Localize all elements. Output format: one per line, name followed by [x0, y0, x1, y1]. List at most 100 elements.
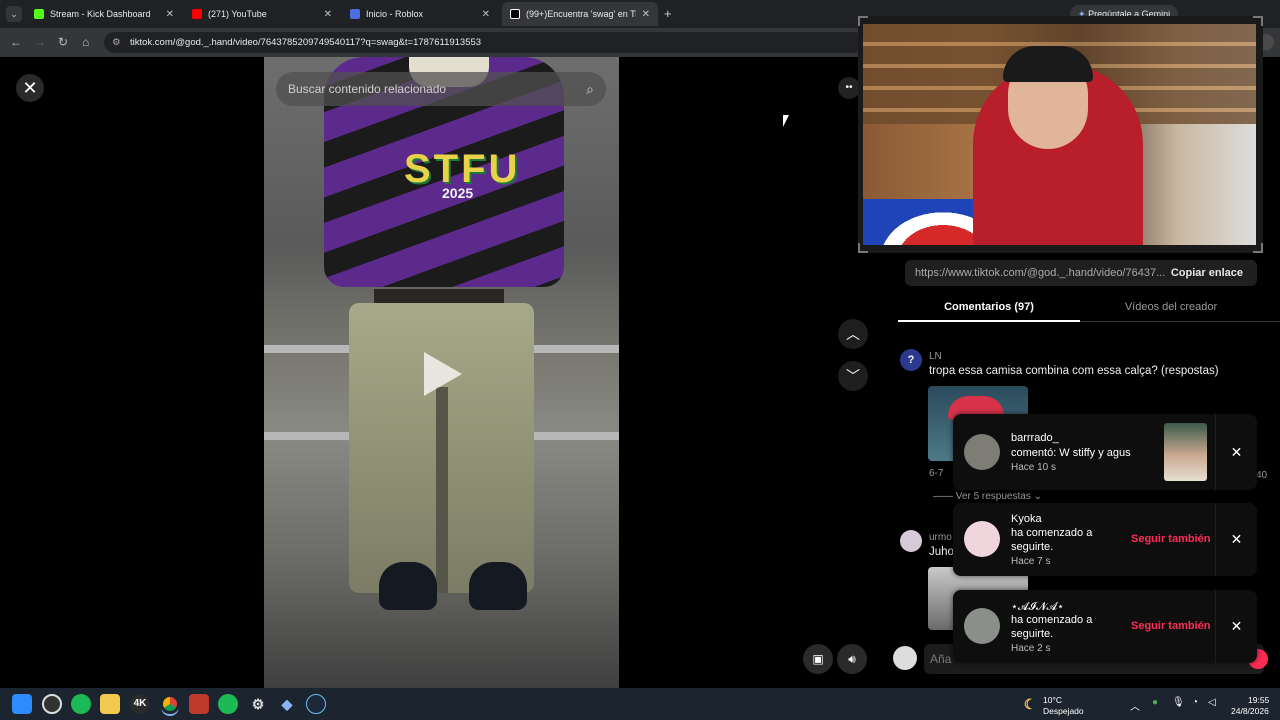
comment-meta: 6-7: [929, 468, 944, 479]
settings-gear-icon[interactable]: ⚙: [248, 694, 268, 714]
obs-icon[interactable]: [42, 694, 62, 714]
notification-time: Hace 2 s: [1011, 643, 1051, 654]
steam-icon[interactable]: [306, 694, 326, 714]
tab-youtube[interactable]: (271) YouTube ✕: [184, 2, 340, 26]
notification-text: seguirte.: [1011, 541, 1054, 553]
view-replies-link[interactable]: —— Ver 5 respuestas ⌄: [933, 491, 1042, 502]
notification-avatar: [964, 608, 1000, 644]
windows-start-icon[interactable]: [12, 694, 32, 714]
close-icon[interactable]: ✕: [166, 9, 174, 20]
copy-link-button[interactable]: Copiar enlace: [1171, 260, 1243, 286]
avatar[interactable]: ?: [900, 349, 922, 371]
tab-list-dropdown[interactable]: ⌄: [6, 6, 22, 22]
close-icon[interactable]: ✕: [324, 9, 332, 20]
notification-avatar: [964, 521, 1000, 557]
notification-thumbnail: [1164, 423, 1207, 481]
close-icon[interactable]: ✕: [482, 9, 490, 20]
related-search-input[interactable]: Buscar contenido relacionado ⌕: [276, 72, 606, 106]
tab-kick-dashboard[interactable]: Stream - Kick Dashboard ✕: [26, 2, 182, 26]
volume-icon[interactable]: 🔊︎: [837, 644, 867, 674]
close-icon[interactable]: ✕: [1215, 590, 1257, 663]
notification-name: Kyoka: [1011, 513, 1042, 525]
notification-time: Hace 7 s: [1011, 556, 1051, 567]
kick-icon: [34, 9, 44, 19]
reload-icon[interactable]: ↻: [58, 35, 68, 49]
webcam-cap: [1003, 46, 1093, 82]
weather-description: Despejado: [1043, 706, 1084, 716]
notification-name: barrrado_: [1011, 432, 1059, 444]
clock-date[interactable]: 24/8/2026: [1231, 706, 1269, 716]
webcam-overlay: [858, 16, 1263, 253]
search-icon[interactable]: ⌕: [586, 72, 594, 106]
chevron-down-icon: ⌄: [1033, 491, 1042, 502]
resize-handle[interactable]: [858, 243, 868, 253]
weather-moon-icon[interactable]: ☾: [1020, 694, 1040, 714]
play-icon[interactable]: [424, 352, 462, 396]
more-options-icon[interactable]: ••: [838, 77, 860, 99]
panel-tabs: Comentarios (97) Vídeos del creador: [898, 292, 1280, 322]
tab-tiktok[interactable]: (99+)Encuentra 'swag' en TikTok ✕: [502, 2, 658, 26]
previous-video-button[interactable]: ︿: [838, 319, 868, 349]
resize-handle[interactable]: [858, 16, 868, 26]
resize-handle[interactable]: [1253, 16, 1263, 26]
tab-roblox[interactable]: Inicio - Roblox ✕: [342, 2, 498, 26]
chrome-icon[interactable]: [160, 694, 180, 714]
network-icon[interactable]: ◔: [1192, 697, 1198, 708]
weather-temperature: 10°C: [1043, 695, 1062, 705]
file-explorer-icon[interactable]: [100, 694, 120, 714]
tab-label: (99+)Encuentra 'swag' en TikTok: [526, 9, 636, 19]
search-placeholder: Buscar contenido relacionado: [288, 82, 447, 96]
share-url: https://www.tiktok.com/@god._.hand/video…: [915, 267, 1166, 279]
next-video-button[interactable]: ﹀: [838, 361, 868, 391]
video-pants-gap: [436, 387, 448, 593]
close-video-button[interactable]: ✕: [16, 74, 44, 102]
new-tab-button[interactable]: +: [664, 6, 672, 21]
forward-icon[interactable]: →: [34, 35, 46, 49]
site-info-icon[interactable]: ⚙: [112, 32, 121, 53]
notification-follow[interactable]: ⋆𝓐𝓘𝓝𝓐⋆ ha comenzado a seguirte. Hace 2 s…: [953, 590, 1257, 663]
media-app-icon[interactable]: [189, 694, 209, 714]
video-downloader-icon[interactable]: 4K: [130, 694, 150, 714]
speaker-icon[interactable]: ◁: [1208, 697, 1216, 708]
mouse-cursor: [783, 115, 789, 127]
clock-time[interactable]: 19:55: [1248, 695, 1269, 705]
webcam-feed: [863, 24, 1256, 245]
video-player[interactable]: STFU 2025: [264, 57, 619, 688]
comment-username[interactable]: LN: [929, 351, 942, 362]
comment-like-count: 40: [1256, 470, 1268, 481]
youtube-icon: [192, 9, 202, 19]
spotify-icon[interactable]: [71, 694, 91, 714]
comment-placeholder: Aña: [930, 652, 952, 666]
url-text: tiktok.com/@god._.hand/video/76437852097…: [130, 37, 482, 48]
notification-follow[interactable]: Kyoka ha comenzado a seguirte. Hace 7 s …: [953, 503, 1257, 576]
chevron-up-icon[interactable]: ︿: [1130, 698, 1140, 713]
security-icon[interactable]: ●: [1152, 697, 1158, 708]
tab-comments[interactable]: Comentarios (97): [898, 292, 1080, 322]
notification-comment[interactable]: barrrado_ comentó: W stiffy y agus Hace …: [953, 414, 1257, 490]
follow-back-button[interactable]: Seguir también: [1131, 533, 1210, 545]
app-icon[interactable]: ◆: [277, 694, 297, 714]
comment-username[interactable]: urmo: [929, 532, 952, 543]
view-replies-label: Ver 5 respuestas: [955, 491, 1031, 502]
follow-back-button[interactable]: Seguir también: [1131, 620, 1210, 632]
avatar[interactable]: [900, 530, 922, 552]
spotify-icon[interactable]: [218, 694, 238, 714]
resize-handle[interactable]: [1253, 243, 1263, 253]
tab-label: Stream - Kick Dashboard: [50, 9, 151, 19]
close-icon[interactable]: ✕: [642, 9, 650, 20]
home-icon[interactable]: ⌂: [82, 35, 89, 49]
url-field[interactable]: ⚙ tiktok.com/@god._.hand/video/764378520…: [104, 32, 864, 53]
close-icon[interactable]: ✕: [1215, 503, 1257, 576]
my-avatar[interactable]: [893, 646, 917, 670]
tab-creator-videos[interactable]: Vídeos del creador: [1080, 292, 1262, 322]
back-icon[interactable]: ←: [10, 35, 22, 49]
divider-line: ——: [933, 491, 953, 502]
comment-text: Juho: [929, 546, 954, 558]
mini-player-icon[interactable]: ▣: [803, 644, 833, 674]
notification-name: ⋆𝓐𝓘𝓝𝓐⋆: [1011, 601, 1064, 613]
notification-avatar: [964, 434, 1000, 470]
tab-label: Inicio - Roblox: [366, 9, 424, 19]
notification-text: ha comenzado a: [1011, 527, 1093, 539]
microphone-icon[interactable]: 🎙︎: [1172, 697, 1185, 708]
close-icon[interactable]: ✕: [1215, 414, 1257, 490]
